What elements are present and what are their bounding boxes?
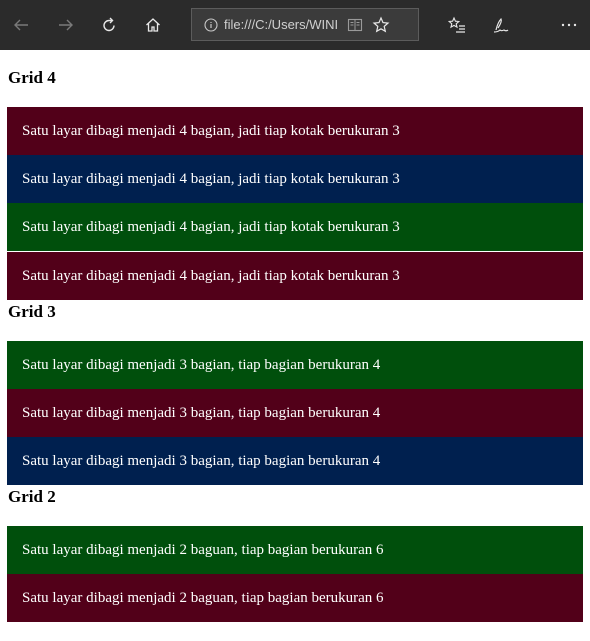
grid-2-row: Satu layar dibagi menjadi 2 baguan, tiap… bbox=[7, 526, 583, 574]
grid-4-row: Satu layar dibagi menjadi 4 bagian, jadi… bbox=[7, 155, 583, 203]
grid-4-row: Satu layar dibagi menjadi 4 bagian, jadi… bbox=[7, 203, 583, 251]
refresh-icon bbox=[103, 17, 115, 32]
favorites-list-icon bbox=[448, 16, 465, 33]
grid-3-row: Satu layar dibagi menjadi 3 bagian, tiap… bbox=[7, 341, 583, 389]
more-button[interactable] bbox=[553, 9, 585, 41]
back-arrow-icon bbox=[14, 19, 28, 31]
more-icon bbox=[561, 23, 577, 27]
back-button[interactable] bbox=[5, 9, 37, 41]
pen-icon bbox=[493, 17, 509, 33]
section-title-grid-3: Grid 3 bbox=[8, 302, 56, 321]
address-text[interactable]: file:///C:/Users/WINI bbox=[224, 17, 344, 32]
forward-arrow-icon bbox=[59, 19, 73, 31]
grid-3-row: Satu layar dibagi menjadi 3 bagian, tiap… bbox=[7, 389, 583, 437]
forward-button[interactable] bbox=[50, 9, 82, 41]
info-icon[interactable] bbox=[198, 17, 224, 32]
grid-4-row: Satu layar dibagi menjadi 4 bagian, jadi… bbox=[7, 107, 583, 155]
grid-3-row: Satu layar dibagi menjadi 3 bagian, tiap… bbox=[7, 437, 583, 485]
section-title-grid-4: Grid 4 bbox=[8, 68, 56, 87]
grid-4-row: Satu layar dibagi menjadi 4 bagian, jadi… bbox=[7, 252, 583, 300]
home-icon bbox=[146, 18, 160, 32]
section-title-grid-2: Grid 2 bbox=[8, 487, 56, 506]
star-icon[interactable] bbox=[366, 15, 396, 34]
reading-view-icon[interactable] bbox=[344, 17, 366, 33]
refresh-button[interactable] bbox=[93, 9, 125, 41]
favorites-hub-button[interactable] bbox=[441, 9, 473, 41]
address-bar[interactable]: file:///C:/Users/WINI bbox=[191, 8, 419, 41]
grid-2-row: Satu layar dibagi menjadi 2 baguan, tiap… bbox=[7, 574, 583, 622]
browser-toolbar: file:///C:/Users/WINI bbox=[0, 0, 590, 50]
notes-button[interactable] bbox=[485, 9, 517, 41]
home-button[interactable] bbox=[137, 9, 169, 41]
